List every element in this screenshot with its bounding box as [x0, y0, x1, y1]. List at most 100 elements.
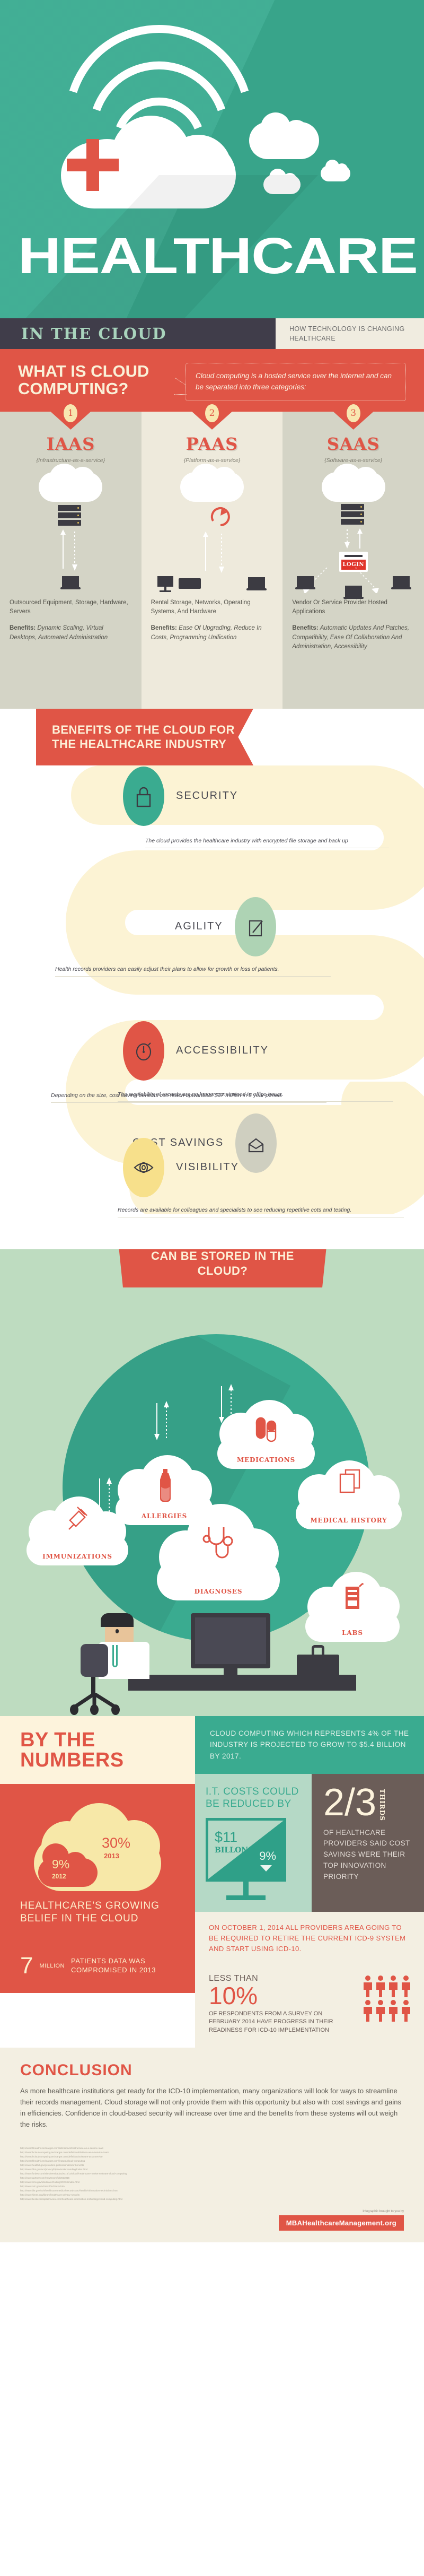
benefit-item-visibility: VISIBILITY: [123, 1137, 239, 1197]
readiness-block: LESS THAN 10% OF RESPONDENTS FROM A SURV…: [195, 1965, 356, 2048]
subtitle-dark-panel: IN THE CLOUD: [0, 318, 276, 349]
column-paas: 2 PAAS {Platform-as-a-service} Rental St…: [141, 404, 283, 709]
info-cloud-label-diagnoses: DIAGNOSES: [194, 1587, 243, 1595]
paas-benefits-label: Benefits:: [151, 625, 177, 632]
infographic-page: HEALTHCARE IN THE CLOUD HOW TECHNOLOGY I…: [0, 0, 424, 2242]
server-stack-icon: [340, 503, 364, 526]
laptop-icon-center: [343, 585, 364, 599]
innovation-block: 2/3 THIRDS OF HEALTHCARE PROVIDERS SAID …: [312, 1773, 424, 1912]
refresh-arrow-icon: [210, 507, 230, 526]
growth-2013-value: 30%: [102, 1834, 131, 1851]
definition-speech-bubble: Cloud computing is a hosted service over…: [174, 363, 406, 401]
readiness-row: LESS THAN 10% OF RESPONDENTS FROM A SURV…: [195, 1965, 424, 2048]
source-item: http://searchhealthit.techtarget.com/fea…: [20, 2159, 85, 2162]
benefit-item-security: SECURITY: [123, 766, 238, 826]
server-stack-icon: [58, 504, 82, 527]
benefit-item-agility: AGILITY: [175, 897, 276, 956]
innovation-text: OF HEALTHCARE PROVIDERS SAID COST SAVING…: [323, 1828, 410, 1881]
pencil-note-icon: [249, 920, 263, 936]
paas-description: Rental Storage, Networks, Operating Syst…: [151, 599, 251, 615]
benefit-desc-security: The cloud provides the healthcare indust…: [145, 838, 389, 848]
lock-icon: [136, 787, 151, 807]
benefit-desc-visibility: Records are available for colleagues and…: [118, 1207, 404, 1217]
pills-icon: [255, 1417, 277, 1442]
innovation-thirds-label: THIRDS: [378, 1788, 386, 1821]
source-item: http://www.beckershospitalreview.com/hea…: [20, 2197, 123, 2200]
iaas-title: IAAS: [46, 433, 95, 454]
medical-cross-icon-bar: [67, 159, 119, 171]
subtitle-light-panel: HOW TECHNOLOGY IS CHANGING HEALTHCARE: [276, 318, 424, 349]
iaas-benefits-label: Benefits:: [10, 625, 36, 632]
envelope-icon: [249, 1138, 264, 1152]
iaas-benefits: Benefits: Dynamic Scaling, Virtual Deskt…: [10, 624, 132, 642]
readiness-text: OF RESPONDENTS FROM A SURVEY ON FEBRUARY…: [209, 2010, 333, 2034]
column-iaas: 1 IAAS {Infrastructure-as-a-service} Out…: [0, 404, 142, 709]
benefit-label-accessibility: ACCESSIBILITY: [176, 1045, 269, 1057]
numbers-right-column: CLOUD COMPUTING WHICH REPRESENTS 4% OF T…: [195, 1716, 424, 2048]
breach-number: 7: [20, 1952, 33, 1979]
source-item: http://www.forbes.com/sites/reenitadas/2…: [20, 2172, 127, 2175]
benefit-label-visibility: VISIBILITY: [176, 1161, 239, 1173]
iaas-badge: 1: [64, 404, 78, 422]
page-title: HEALTHCARE: [18, 228, 418, 284]
desktop-monitor-icon: [157, 576, 173, 592]
source-item: http://www.cms.gov/Medicare/Coding/ICD10…: [20, 2180, 80, 2183]
laptop-icon-left: [295, 576, 316, 590]
benefit-label-agility: AGILITY: [175, 920, 223, 933]
conclusion-body: As more healthcare institutions get read…: [20, 2087, 401, 2128]
projection-text: CLOUD COMPUTING WHICH REPRESENTS 4% OF T…: [210, 1729, 409, 1761]
security-icon-circle: [123, 766, 164, 826]
footer-brand[interactable]: MBAHealthcareManagement.org: [278, 2215, 404, 2231]
stored-info-section: WHAT KIND OF INFORMATION CAN BE STORED I…: [0, 1249, 424, 1716]
iaas-illustration: [10, 463, 132, 598]
monitor-stand: [224, 1668, 237, 1676]
source-item: http://www.bls.gov/ooh/healthcare/medica…: [20, 2189, 118, 2192]
paas-flow-arrows: [203, 531, 224, 573]
office-chair-back: [81, 1643, 108, 1677]
cloud-computing-section: WHAT IS CLOUD COMPUTING? Cloud computing…: [0, 349, 424, 709]
it-costs-unit: BILLON: [215, 1846, 249, 1855]
decorative-cloud-3: [321, 166, 350, 181]
icd-note-block: ON OCTOBER 1, 2014 ALL PROVIDERS AREA GO…: [195, 1912, 424, 1965]
iaas-flow-arrows: [60, 529, 78, 571]
paas-badge: 2: [205, 404, 219, 422]
source-item: http://www.healthit.gov/providers-profes…: [20, 2163, 84, 2166]
info-cloud-medications: MEDICATIONS: [214, 1399, 318, 1469]
documents-icon: [339, 1469, 360, 1493]
subtitle-in-the-cloud: IN THE CLOUD: [21, 325, 167, 343]
stethoscope-icon: [202, 1527, 233, 1559]
source-item: http://searchcloudcomputing.techtarget.c…: [20, 2151, 109, 2154]
saas-flow-arrows: [344, 528, 363, 549]
laptop-icon: [246, 577, 267, 591]
info-cloud-immunizations: IMMUNIZATIONS: [23, 1496, 131, 1565]
benefits-banner: BENEFITS OF THE CLOUD FOR THE HEALTHCARE…: [36, 708, 253, 765]
decorative-cloud-1: [249, 122, 319, 159]
people-pictogram: [356, 1965, 424, 2048]
saas-benefits-label: Benefits:: [292, 625, 319, 632]
doctor-hair: [101, 1613, 134, 1627]
column-saas: 3 SAAS {Software-as-a-service} LOGIN Ven…: [282, 404, 424, 709]
numbers-title-block: BY THE NUMBERS: [0, 1716, 195, 1784]
innovation-fraction: 2/3: [323, 1781, 377, 1824]
briefcase-handle: [312, 1644, 324, 1656]
benefit-desc-agility: Health records providers can easily adju…: [55, 966, 331, 977]
numbers-left-column: BY THE NUMBERS 30% 2013 9% 2012 HEALTHCA…: [0, 1716, 195, 2048]
benefit-item-accessibility-row: ACCESSIBILITY: [123, 1021, 269, 1081]
subtitle-tagline: HOW TECHNOLOGY IS CHANGING HEALTHCARE: [289, 325, 405, 342]
source-item: http://searchcloudcomputing.techtarget.c…: [20, 2155, 103, 2158]
growth-2012-year: 2012: [52, 1872, 66, 1880]
source-item: http://www.himss.org/library/healthcare-…: [20, 2193, 80, 2196]
saas-illustration: LOGIN: [292, 463, 414, 599]
source-item: http://www.hhs.gov/ocr/privacy/hipaa/und…: [20, 2168, 88, 2171]
stored-banner-text: WHAT KIND OF INFORMATION CAN BE STORED I…: [151, 1249, 294, 1277]
info-cloud-medical-history: MEDICAL HISTORY: [293, 1460, 405, 1529]
growth-caption: HEALTHCARE'S GROWING BELIEF IN THE CLOUD: [20, 1900, 160, 1924]
keyboard-icon: [178, 578, 201, 589]
bottle-icon: [160, 1468, 171, 1502]
saas-benefits: Benefits: Automatic Updates And Patches,…: [292, 624, 414, 651]
conclusion-heading: CONCLUSION: [20, 2061, 132, 2079]
chair-wheels: [70, 1692, 120, 1715]
info-cloud-labs: LABS: [302, 1571, 403, 1642]
lab-sample-icon: [346, 1583, 364, 1609]
footer-credit: Infographic brought to you by: [363, 2209, 404, 2213]
